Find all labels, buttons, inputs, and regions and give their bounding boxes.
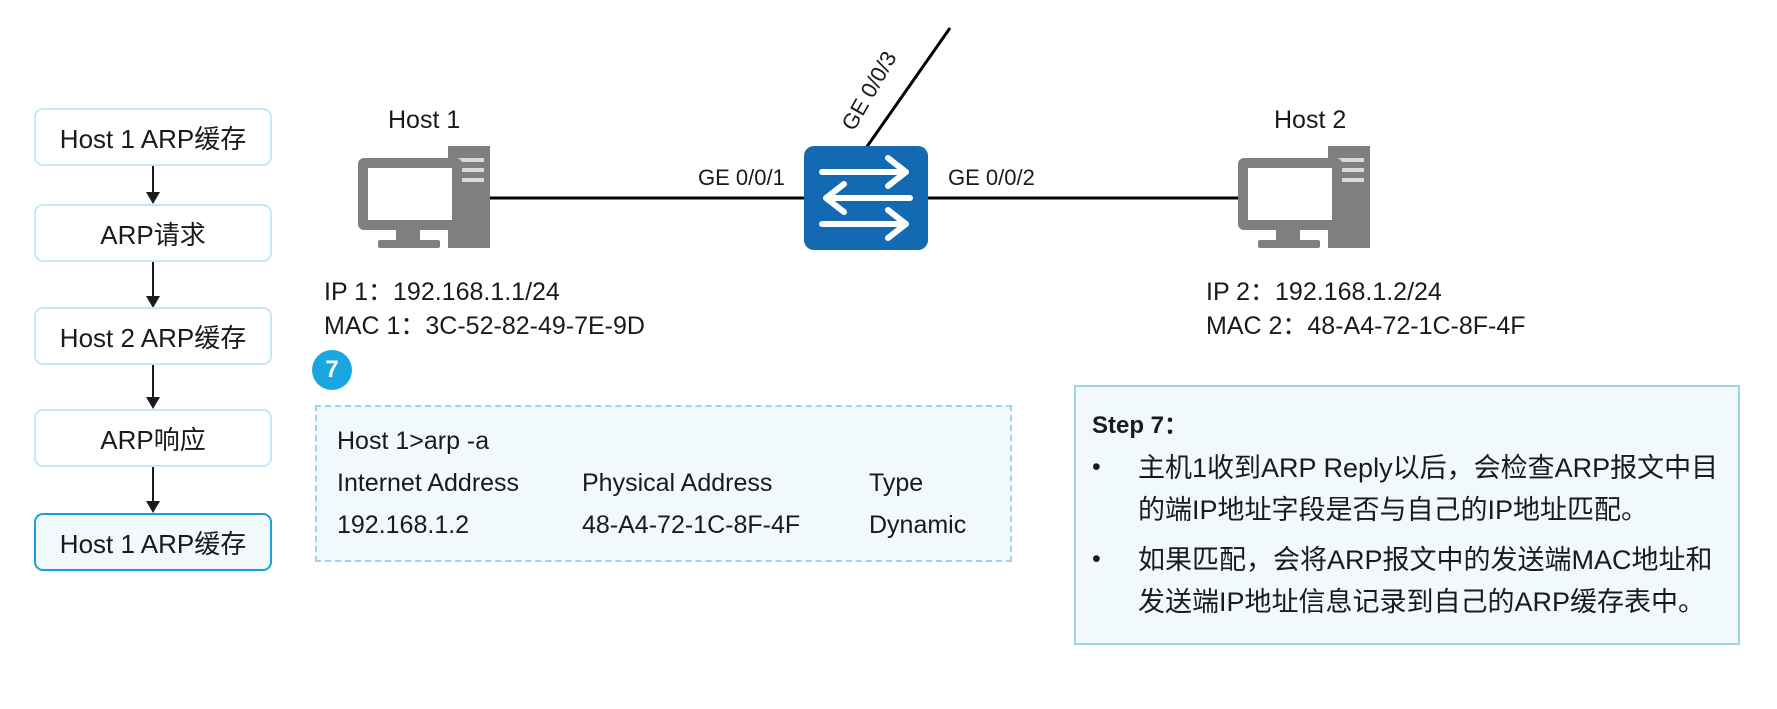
arp-row-type: Dynamic [869,511,967,539]
host2-ip: IP 2：192.168.1.2/24 [1206,278,1442,306]
switch-icon [804,146,928,250]
step-badge: 7 [312,350,352,390]
arp-header-type: Type [869,469,924,497]
host2-label: Host 2 [1274,106,1347,134]
host1-mac: MAC 1：3C-52-82-49-7E-9D [324,312,645,340]
arp-header-physical-address: Physical Address [582,469,773,497]
bullet-icon: • [1092,453,1101,481]
step-note-bullet-1: 主机1收到ARP Reply以后，会检查ARP报文中目的端IP地址字段是否与自己… [1138,453,1719,525]
desktop-pc-icon [358,146,490,248]
arp-row-ip: 192.168.1.2 [337,511,470,539]
host2-mac: MAC 2：48-A4-72-1C-8F-4F [1206,312,1526,340]
host1-ip: IP 1：192.168.1.1/24 [324,278,560,306]
arp-table-panel: Host 1>arp -a Internet Address Physical … [315,405,1012,562]
port-label-ge001: GE 0/0/1 [698,165,785,190]
desktop-pc-icon [1238,146,1370,248]
step-note-panel: Step 7： • 主机1收到ARP Reply以后，会检查ARP报文中目的端I… [1074,385,1740,645]
step-note-title: Step 7： [1092,412,1189,439]
host1-label: Host 1 [388,106,461,134]
arp-header-internet-address: Internet Address [337,469,520,497]
port-label-ge002: GE 0/0/2 [948,165,1035,190]
arp-row-mac: 48-A4-72-1C-8F-4F [582,511,801,539]
step-note-bullet-2: 如果匹配，会将ARP报文中的发送端MAC地址和发送端IP地址信息记录到自己的AR… [1138,545,1713,617]
arp-command: Host 1>arp -a [337,427,490,455]
bullet-icon: • [1092,545,1101,573]
